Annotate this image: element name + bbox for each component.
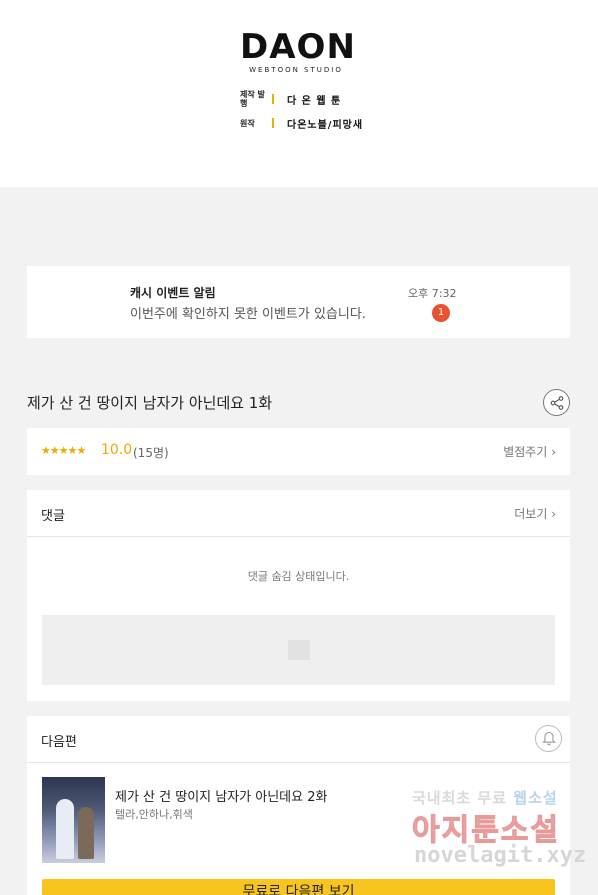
rate-button[interactable]: 별점주기 › (503, 443, 556, 460)
free-next-episode-button[interactable]: 무료로 다음편 보기 (42, 879, 555, 895)
ad-placeholder[interactable] (42, 615, 555, 685)
comments-title: 댓글 (41, 509, 65, 524)
logo-text: DAON (240, 27, 356, 67)
header-banner: DAON WEBTOON STUDIO 제작 발행 다 온 웹 툰 원작 다온노… (0, 0, 598, 187)
rate-button-label: 별점주기 (503, 445, 548, 459)
chevron-right-icon: › (551, 445, 556, 459)
next-episode-authors: 텔라,안하나,휘색 (115, 808, 193, 821)
notification-badge: 1 (432, 304, 450, 322)
bell-icon (541, 731, 556, 746)
studio-logo: DAON WEBTOON STUDIO (240, 27, 356, 74)
credit-value: 다 온 웹 툰 (287, 95, 342, 107)
episode-title: 제가 산 건 땅이지 남자가 아닌데요 1화 (27, 394, 273, 412)
credit-divider (272, 118, 274, 128)
image-placeholder-icon (288, 640, 310, 660)
share-button[interactable] (543, 389, 570, 416)
comments-hidden-message: 댓글 숨김 상태입니다. (247, 570, 350, 583)
watermark: 국내최초 무료 웹소설 아지툰소설 novelagit.xyz (412, 787, 587, 877)
thumbnail-figure (56, 799, 74, 859)
credit-label: 원작 (240, 118, 255, 128)
credit-row-production: 제작 발행 다 온 웹 툰 (240, 90, 363, 108)
next-episode-header: 다음편 (27, 716, 570, 763)
comments-header: 댓글 더보기 › (27, 490, 570, 537)
credit-label: 제작 발행 (240, 90, 265, 108)
next-episode-title[interactable]: 제가 산 건 땅이지 남자가 아닌데요 2화 (115, 786, 327, 805)
notification-time: 오후 7:32 (408, 287, 457, 300)
credit-row-original: 원작 다온노블/피망새 (240, 114, 363, 132)
credit-divider (272, 94, 274, 104)
subscribe-bell-button[interactable] (535, 725, 562, 752)
notification-title: 캐시 이벤트 알림 (130, 286, 216, 300)
thumbnail-figure (78, 807, 94, 859)
watermark-line3: novelagit.xyz (414, 843, 587, 868)
credit-value: 다온노블/피망새 (287, 119, 364, 131)
notification-message: 이번주에 확인하지 못한 이벤트가 있습니다. (130, 307, 366, 322)
cash-event-notification[interactable]: 캐시 이벤트 알림 이번주에 확인하지 못한 이벤트가 있습니다. 오후 7:3… (27, 266, 570, 338)
comments-section: 댓글 더보기 › 댓글 숨김 상태입니다. (27, 490, 570, 701)
logo-subtext: WEBTOON STUDIO (249, 66, 343, 74)
next-episode-section-title: 다음편 (41, 735, 77, 750)
star-rating: ★★★★★ (41, 444, 86, 457)
comments-more-button[interactable]: 더보기 › (514, 505, 556, 522)
share-icon (550, 395, 563, 410)
credits: 제작 발행 다 온 웹 툰 원작 다온노블/피망새 (240, 90, 363, 132)
chevron-right-icon: › (551, 507, 556, 521)
next-episode-thumbnail[interactable] (42, 777, 105, 863)
rating-score: 10.0 (101, 442, 133, 458)
rating-bar: ★★★★★ 10.0 (15명) 별점주기 › (27, 428, 570, 475)
rating-count: (15명) (133, 446, 169, 460)
more-label: 더보기 (514, 507, 548, 521)
